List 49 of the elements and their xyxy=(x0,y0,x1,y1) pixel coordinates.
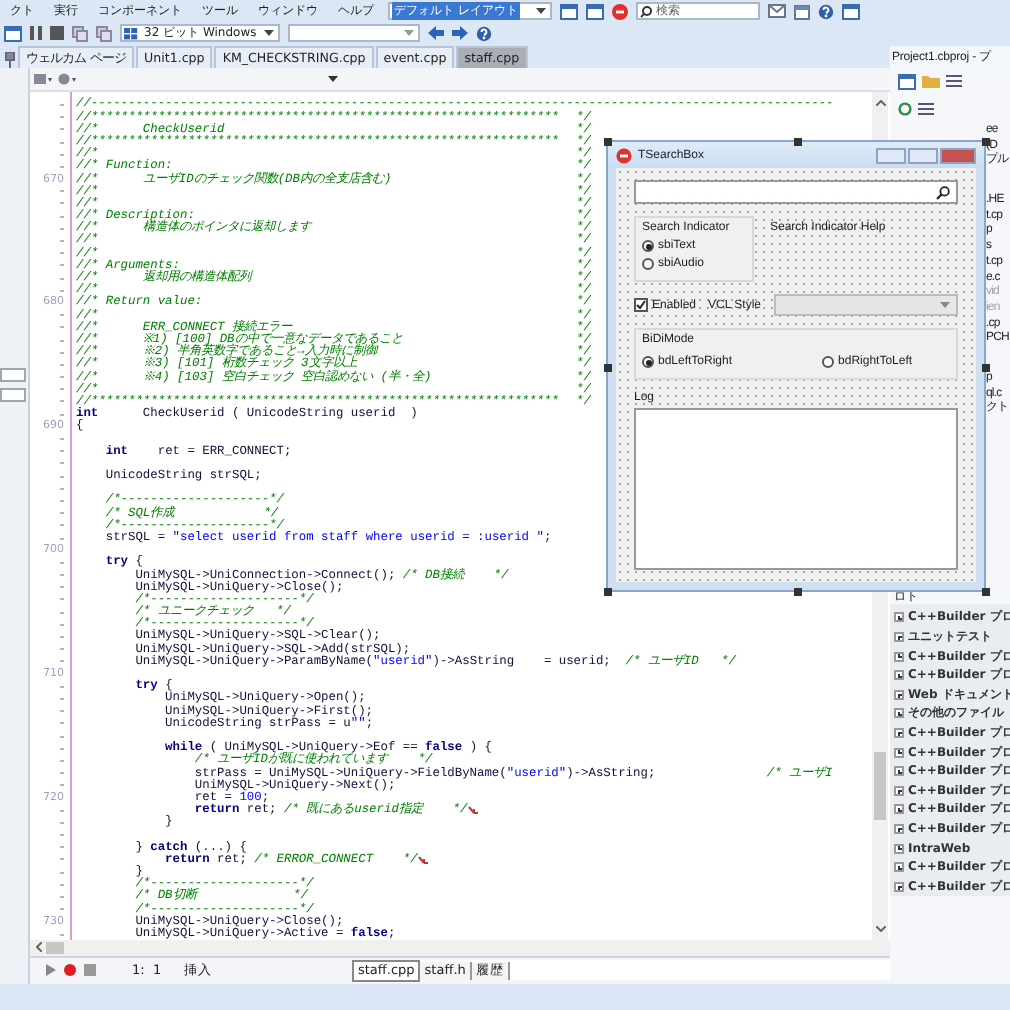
help-icon[interactable] xyxy=(476,25,492,41)
window-icon[interactable] xyxy=(4,25,22,41)
selection-handle[interactable] xyxy=(604,588,612,596)
search-icon[interactable] xyxy=(936,185,950,199)
pin-icon[interactable] xyxy=(4,52,16,68)
selection-handle[interactable] xyxy=(982,138,990,146)
horizontal-scrollbar[interactable] xyxy=(30,940,890,956)
search-field[interactable] xyxy=(634,180,958,204)
panel-field[interactable] xyxy=(0,388,26,402)
caret-icon[interactable] xyxy=(328,76,338,83)
list-icon[interactable] xyxy=(918,102,934,116)
minimize-button[interactable] xyxy=(876,147,906,163)
pause-icon[interactable] xyxy=(30,26,42,40)
selection-handle[interactable] xyxy=(982,588,990,596)
selection-handle[interactable] xyxy=(794,588,802,596)
mail-icon[interactable] xyxy=(768,4,786,18)
selection-handle[interactable] xyxy=(982,364,990,372)
forward-arrow-icon[interactable] xyxy=(452,26,468,40)
maximize-button[interactable] xyxy=(908,147,938,163)
caret-icon[interactable] xyxy=(264,30,274,36)
stop-icon[interactable] xyxy=(84,964,96,977)
config-dropdown[interactable] xyxy=(288,24,420,42)
selection-handle[interactable] xyxy=(794,138,802,146)
app-icon xyxy=(616,147,632,163)
back-arrow-icon[interactable] xyxy=(428,26,444,40)
list-icon[interactable] xyxy=(946,74,962,88)
folder-icon[interactable] xyxy=(922,74,940,88)
scroll-down-icon[interactable] xyxy=(875,926,885,933)
window-icon[interactable] xyxy=(842,3,860,19)
selection-handle[interactable] xyxy=(604,364,612,372)
record-icon[interactable] xyxy=(64,964,76,977)
log-memo[interactable] xyxy=(634,408,958,570)
window-icon[interactable] xyxy=(560,3,578,19)
stop-icon[interactable] xyxy=(612,3,628,19)
window-icon[interactable] xyxy=(898,74,916,90)
scroll-up-icon[interactable] xyxy=(875,100,885,107)
help-icon[interactable] xyxy=(818,3,834,19)
scrollbar-thumb[interactable] xyxy=(46,941,64,954)
scrollbar-thumb[interactable] xyxy=(874,752,886,821)
selection-handle[interactable] xyxy=(604,138,612,146)
scroll-left-icon[interactable] xyxy=(36,942,42,953)
caret-icon[interactable] xyxy=(536,8,546,14)
windows-logo-icon xyxy=(124,27,138,39)
run-icon[interactable] xyxy=(46,964,56,977)
window-icon[interactable] xyxy=(586,3,604,19)
panel-field[interactable] xyxy=(0,368,26,382)
check-icon xyxy=(636,300,646,310)
close-button[interactable] xyxy=(940,147,976,163)
search-icon xyxy=(640,5,652,17)
